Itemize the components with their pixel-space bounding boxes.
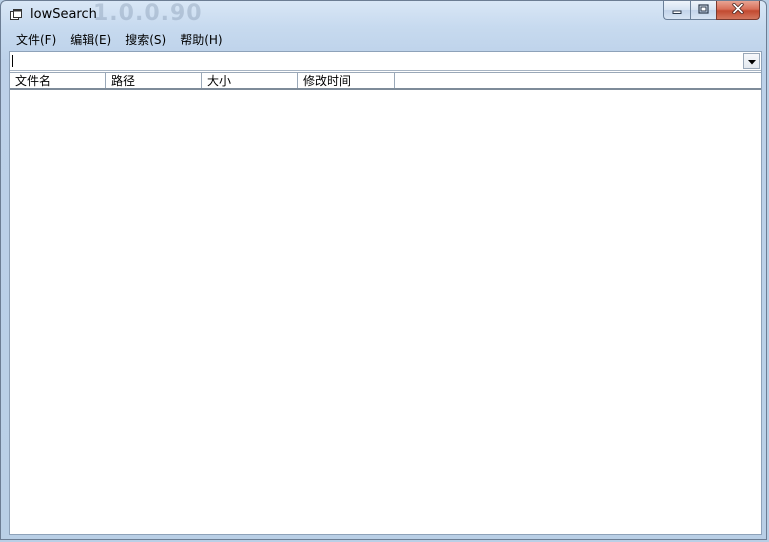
window-title: lowSearch — [30, 7, 97, 22]
text-caret — [12, 55, 13, 67]
caption-buttons — [663, 1, 760, 21]
close-icon — [732, 2, 744, 17]
column-header-path[interactable]: 路径 — [106, 73, 202, 88]
column-header-filename[interactable]: 文件名 — [10, 73, 106, 88]
title-bar[interactable]: lowSearch 1.0.0.90 — [1, 1, 766, 29]
column-header-size[interactable]: 大小 — [202, 73, 298, 88]
app-window-icon[interactable] — [10, 9, 22, 21]
minimize-icon — [672, 3, 682, 17]
results-header: 文件名 路径 大小 修改时间 — [10, 72, 761, 90]
results-list[interactable]: 文件名 路径 大小 修改时间 — [10, 72, 761, 534]
window-title-ghost: 1.0.0.90 — [93, 1, 203, 26]
search-dropdown-button[interactable] — [743, 53, 760, 69]
search-input[interactable] — [12, 53, 738, 68]
search-combobox[interactable] — [10, 52, 761, 71]
minimize-button[interactable] — [663, 1, 690, 20]
app-window: lowSearch 1.0.0.90 文件(F) 编辑(E) 搜索(S) 帮助(… — [0, 0, 767, 540]
maximize-icon — [698, 3, 709, 17]
column-header-modified[interactable]: 修改时间 — [298, 73, 395, 88]
menu-file[interactable]: 文件(F) — [9, 30, 63, 50]
menu-search[interactable]: 搜索(S) — [118, 30, 173, 50]
menu-bar: 文件(F) 编辑(E) 搜索(S) 帮助(H) — [9, 30, 762, 50]
maximize-button[interactable] — [690, 1, 716, 20]
close-button[interactable] — [716, 1, 760, 20]
menu-edit[interactable]: 编辑(E) — [63, 30, 118, 50]
client-area: 文件名 路径 大小 修改时间 — [9, 51, 762, 535]
menu-help[interactable]: 帮助(H) — [173, 30, 229, 50]
chevron-down-icon — [747, 54, 756, 68]
